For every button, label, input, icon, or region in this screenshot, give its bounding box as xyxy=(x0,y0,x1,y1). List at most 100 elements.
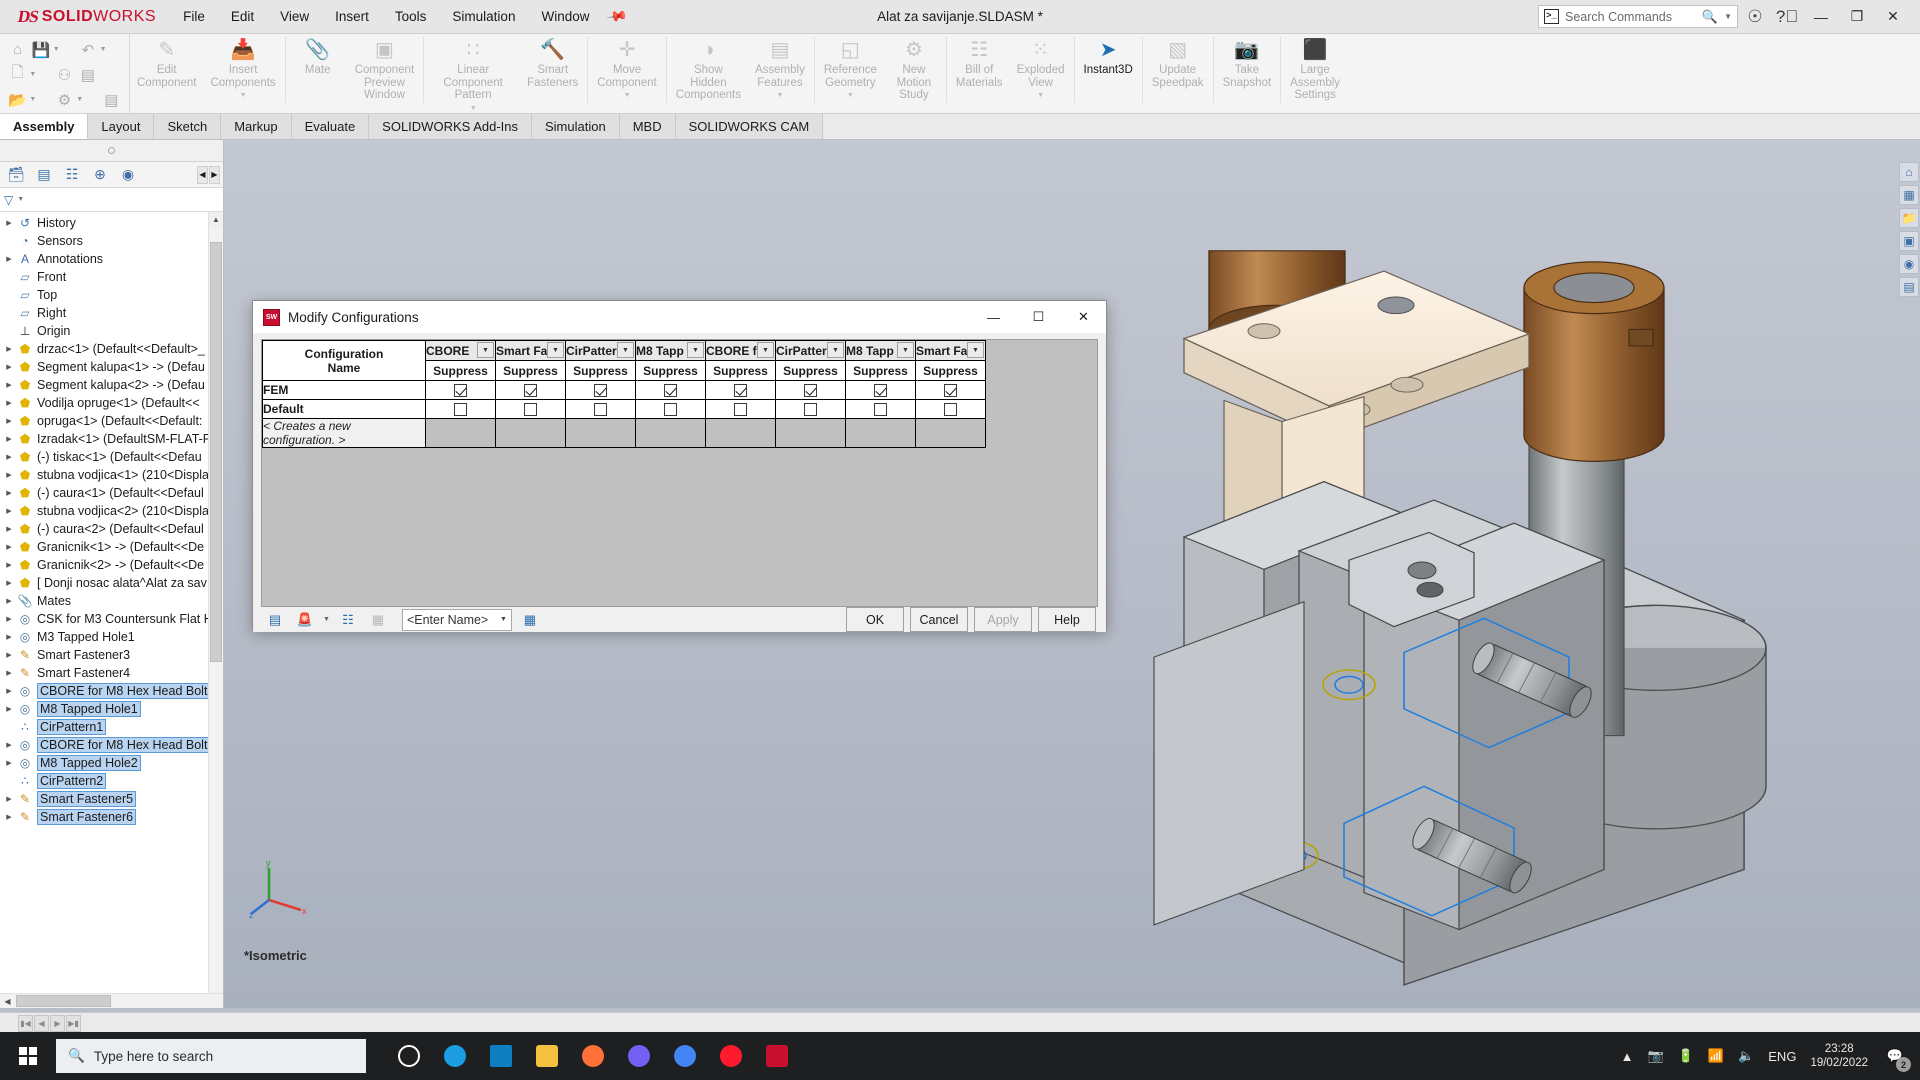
configuration-name-cell[interactable]: < Creates a new configuration. > xyxy=(262,418,426,448)
expand-arrow-icon[interactable]: ▶ xyxy=(2,741,16,749)
dimxpert-manager-tab-icon[interactable]: ⊕ xyxy=(87,164,113,186)
tree-item[interactable]: ▶ 📎 Mates xyxy=(0,592,223,610)
account-icon[interactable]: ☉ xyxy=(1740,4,1770,30)
chevron-down-icon[interactable]: ▼ xyxy=(617,342,634,358)
ribbon-button-mate[interactable]: 📎 Mate xyxy=(288,34,348,77)
tab-scroll-right-icon[interactable]: ▶ xyxy=(209,165,220,184)
options-icon[interactable]: ⚙ xyxy=(53,91,76,109)
tab-solidworks-add-ins[interactable]: SOLIDWORKS Add-Ins xyxy=(369,114,532,139)
list-view-icon[interactable]: ☷ xyxy=(336,608,360,632)
rebuild-icon[interactable]: ▤ xyxy=(76,66,99,84)
tree-item[interactable]: ▶ ✎ Smart Fastener3 xyxy=(0,646,223,664)
tree-item[interactable]: ▶ ⬟ Vodilja opruge<1> (Default<< xyxy=(0,394,223,412)
suppress-checkbox[interactable] xyxy=(874,403,887,417)
tab-simulation[interactable]: Simulation xyxy=(532,114,620,139)
tree-item[interactable]: ▱ Front xyxy=(0,268,223,286)
first-tab-icon[interactable]: ▮◀ xyxy=(18,1015,33,1032)
suppress-cell-r0-c3[interactable] xyxy=(635,380,706,400)
new-configuration-name-input[interactable]: <Enter Name> ▼ xyxy=(401,608,512,631)
tree-item[interactable]: ◔ Sensors xyxy=(0,232,223,250)
close-button[interactable]: ✕ xyxy=(1876,4,1910,30)
tab-scroll-buttons[interactable]: ◀ ▶ xyxy=(197,165,220,184)
ribbon-button-move-component[interactable]: ✛ Move Component ▼ xyxy=(590,34,663,103)
chevron-down-icon[interactable]: ▼ xyxy=(967,342,984,358)
chevron-down-icon[interactable]: ▼ xyxy=(477,342,494,358)
feature-column-header-5[interactable]: CirPatter ▼ xyxy=(775,340,846,361)
table-row[interactable]: < Creates a new configuration. > xyxy=(262,418,986,448)
opera-icon[interactable] xyxy=(710,1035,752,1077)
chevron-down-icon[interactable]: ▼ xyxy=(897,342,914,358)
suppress-checkbox[interactable] xyxy=(454,403,467,417)
home-icon[interactable]: ⌂ xyxy=(6,41,29,58)
feature-column-header-0[interactable]: CBORE ▼ xyxy=(425,340,496,361)
chevron-down-icon[interactable]: ▼ xyxy=(687,342,704,358)
expand-arrow-icon[interactable]: ▶ xyxy=(2,381,16,389)
scrollbar-thumb[interactable] xyxy=(210,242,222,662)
suppress-cell-r0-c7[interactable] xyxy=(915,380,986,400)
file-explorer-icon[interactable] xyxy=(526,1035,568,1077)
expand-arrow-icon[interactable]: ▶ xyxy=(2,759,16,767)
ribbon-button-update-speedpak[interactable]: ▧ Update Speedpak xyxy=(1145,34,1211,89)
firefox-icon[interactable] xyxy=(572,1035,614,1077)
ribbon-button-component-preview-window[interactable]: ▣ Component Preview Window xyxy=(348,34,421,102)
help-icon[interactable]: ?⃝ xyxy=(1772,4,1802,30)
chevron-down-icon[interactable]: ▼ xyxy=(547,342,564,358)
chevron-down-icon[interactable]: ▼ xyxy=(624,90,631,103)
expand-arrow-icon[interactable]: ▶ xyxy=(2,669,16,677)
suppress-checkbox[interactable] xyxy=(804,403,817,417)
expand-arrow-icon[interactable]: ▶ xyxy=(2,255,16,263)
configuration-name-cell[interactable]: FEM xyxy=(262,380,426,400)
chevron-down-icon[interactable]: ▼ xyxy=(240,90,247,103)
suppress-cell-r1-c0[interactable] xyxy=(425,399,496,419)
ribbon-button-take-snapshot[interactable]: 📷 Take Snapshot xyxy=(1216,34,1279,89)
scroll-up-icon[interactable]: ▲ xyxy=(209,212,223,227)
view-palette-icon[interactable]: ⌂ xyxy=(1899,162,1919,182)
ribbon-button-exploded-view[interactable]: ⁙ Exploded View ▼ xyxy=(1010,34,1072,103)
menu-item-view[interactable]: View xyxy=(267,4,322,29)
chevron-down-icon[interactable]: ▼ xyxy=(500,616,507,623)
ribbon-button-smart-fasteners[interactable]: 🔨 Smart Fasteners xyxy=(520,34,585,89)
save-icon[interactable]: 💾 xyxy=(29,41,52,59)
tree-item[interactable]: ▶ ⬟ Segment kalupa<1> -> (Defau xyxy=(0,358,223,376)
ribbon-button-new-motion-study[interactable]: ⚙ New Motion Study xyxy=(884,34,944,102)
solidworks-icon[interactable] xyxy=(756,1035,798,1077)
ribbon-button-linear-component-pattern[interactable]: ∷ Linear Component Pattern ▼ xyxy=(426,34,520,115)
tree-item[interactable]: ▶ ⬟ Segment kalupa<2> -> (Defau xyxy=(0,376,223,394)
new-doc-dropdown-icon[interactable]: ▼ xyxy=(29,71,52,78)
design-library-icon[interactable]: ▦ xyxy=(1899,185,1919,205)
suppress-cell-r1-c2[interactable] xyxy=(565,399,636,419)
expand-arrow-icon[interactable]: ▶ xyxy=(2,471,16,479)
feature-column-header-3[interactable]: M8 Tapp ▼ xyxy=(635,340,706,361)
minimize-button[interactable]: — xyxy=(1804,4,1838,30)
suppress-checkbox[interactable] xyxy=(874,384,887,398)
tree-item[interactable]: ∴ CirPattern2 xyxy=(0,772,223,790)
apply-to-all-icon[interactable]: ▤ xyxy=(263,608,287,632)
suppress-checkbox[interactable] xyxy=(594,384,607,398)
tab-scroll-left-icon[interactable]: ◀ xyxy=(197,165,208,184)
tree-item[interactable]: ▶ ⬟ (-) caura<2> (Default<<Defaul xyxy=(0,520,223,538)
suppress-cell-r1-c5[interactable] xyxy=(775,399,846,419)
table-row[interactable]: Default xyxy=(262,399,986,419)
panel-splitter[interactable] xyxy=(0,140,223,162)
configuration-status-icon[interactable]: 🚨 xyxy=(293,608,317,632)
menu-item-file[interactable]: File xyxy=(170,4,218,29)
tree-item[interactable]: ▶ ⬟ opruga<1> (Default<<Default: xyxy=(0,412,223,430)
chevron-down-icon[interactable]: ▼ xyxy=(757,342,774,358)
tree-item[interactable]: ▶ ◎ M8 Tapped Hole1 xyxy=(0,700,223,718)
prev-tab-icon[interactable]: ◀ xyxy=(34,1015,49,1032)
chevron-down-icon[interactable]: ▼ xyxy=(847,90,854,103)
suppress-cell-r0-c2[interactable] xyxy=(565,380,636,400)
tree-item[interactable]: ▶ ⬟ drzac<1> (Default<<Default>_ xyxy=(0,340,223,358)
tree-item[interactable]: ▶ ⬟ Granicnik<2> -> (Default<<De xyxy=(0,556,223,574)
property-manager-tab-icon[interactable]: ▤ xyxy=(31,164,57,186)
tree-item[interactable]: ▶ ⬟ Izradak<1> (DefaultSM-FLAT-P xyxy=(0,430,223,448)
filter-dropdown-icon[interactable]: ▼ xyxy=(17,196,24,203)
expand-arrow-icon[interactable]: ▶ xyxy=(2,795,16,803)
language-indicator[interactable]: ENG xyxy=(1768,1049,1796,1064)
tree-item[interactable]: ▱ Top xyxy=(0,286,223,304)
notification-center-icon[interactable]: 💬 2 xyxy=(1882,1043,1911,1072)
tab-markup[interactable]: Markup xyxy=(221,114,292,139)
expand-arrow-icon[interactable]: ▶ xyxy=(2,453,16,461)
tree-item[interactable]: ⊥ Origin xyxy=(0,322,223,340)
file-explorer-pane-icon[interactable]: 📁 xyxy=(1899,208,1919,228)
